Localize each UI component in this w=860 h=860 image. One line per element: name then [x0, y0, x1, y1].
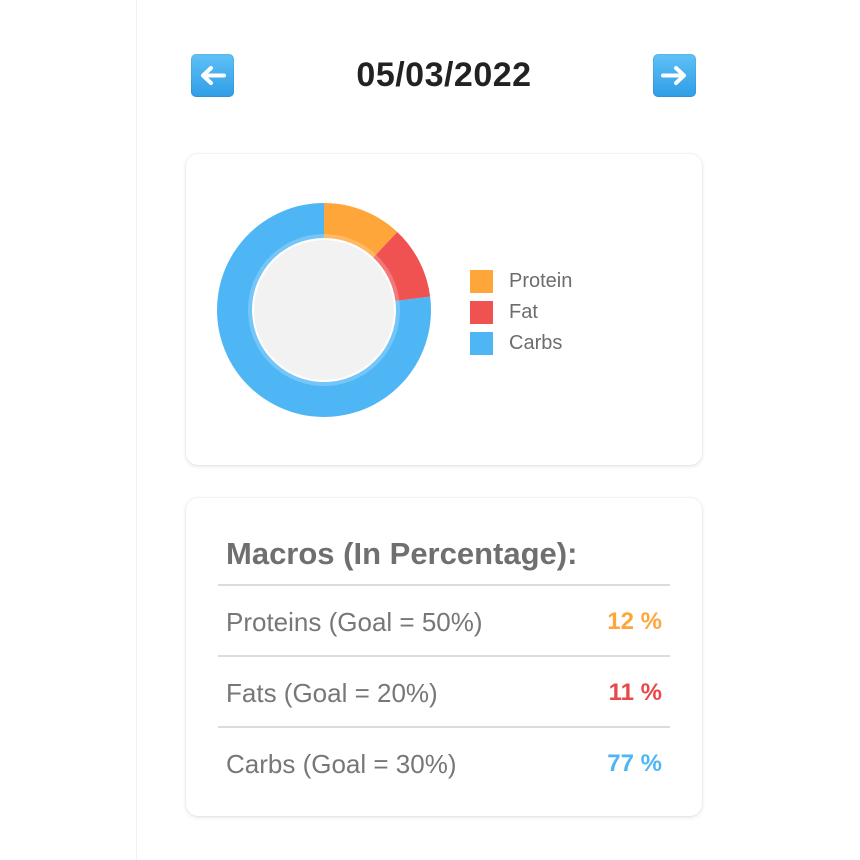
- legend-label: Protein: [509, 270, 573, 292]
- macros-title: Macros (In Percentage):: [226, 536, 578, 571]
- date-header: 05/03/2022: [190, 53, 698, 97]
- macro-chart-card: Protein Fat Carbs: [186, 154, 702, 465]
- legend-item-protein: Protein: [470, 266, 572, 297]
- macros-table: Proteins (Goal = 50%) 12 % Fats (Goal = 20…: [218, 584, 670, 797]
- right-arrow-icon: [661, 66, 686, 85]
- macro-value: 77 %: [607, 750, 662, 777]
- legend-swatch: [470, 270, 493, 293]
- macro-label: Proteins (Goal = 50%): [226, 607, 483, 637]
- legend-swatch: [470, 301, 493, 324]
- legend-item-fat: Fat: [470, 297, 572, 328]
- table-row: Fats (Goal = 20%) 11 %: [218, 655, 670, 726]
- macros-card: Macros (In Percentage): Proteins (Goal =…: [186, 498, 702, 816]
- macro-label: Carbs (Goal = 30%): [226, 749, 457, 779]
- macro-donut-chart: [217, 203, 431, 417]
- app-screen: 05/03/2022 Protein Fat Carbs Macros (In Pe…: [0, 0, 860, 860]
- current-date: 05/03/2022: [356, 56, 532, 94]
- next-day-button[interactable]: [653, 54, 696, 97]
- table-row: Proteins (Goal = 50%) 12 %: [218, 584, 670, 655]
- legend-label: Fat: [509, 301, 538, 323]
- legend-label: Carbs: [509, 332, 563, 354]
- donut-center: [254, 240, 394, 380]
- table-row: Carbs (Goal = 30%) 77 %: [218, 726, 670, 797]
- macro-label: Fats (Goal = 20%): [226, 678, 438, 708]
- legend-item-carbs: Carbs: [470, 328, 572, 359]
- macro-value: 12 %: [607, 608, 662, 635]
- chart-legend: Protein Fat Carbs: [470, 266, 572, 359]
- macro-value: 11 %: [608, 679, 662, 706]
- legend-swatch: [470, 332, 493, 355]
- divider: [136, 0, 137, 860]
